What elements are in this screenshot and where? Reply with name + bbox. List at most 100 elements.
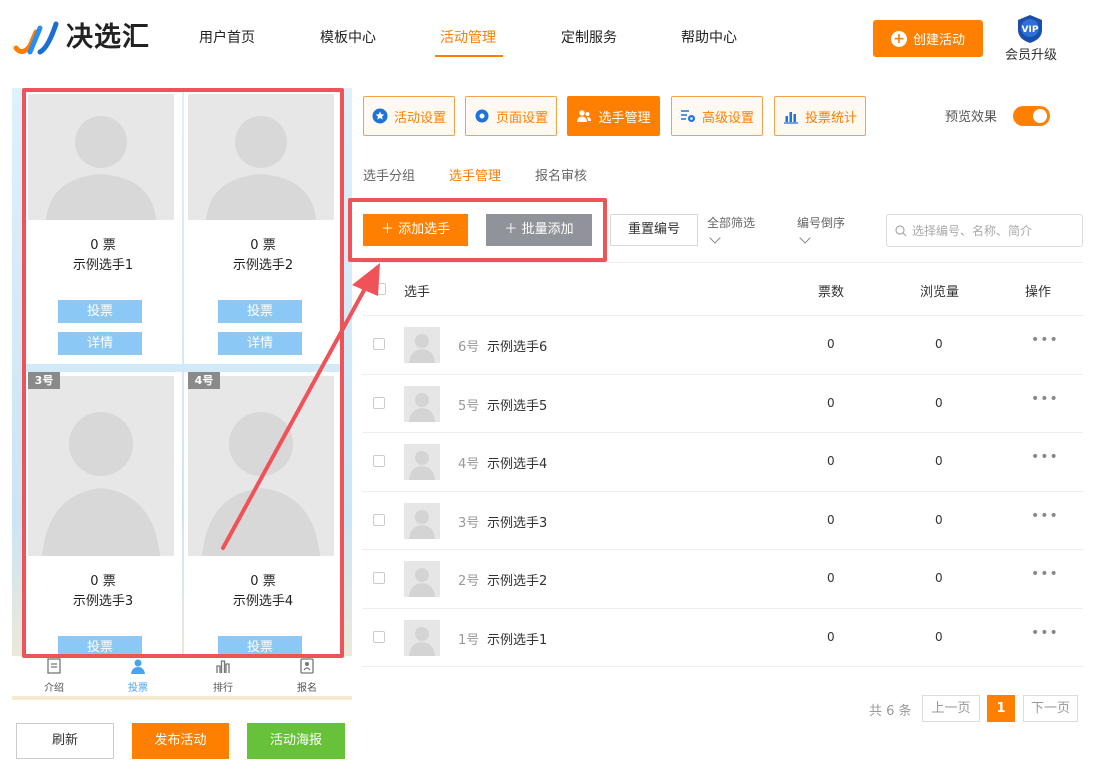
create-activity-button[interactable]: + 创建活动 <box>873 20 983 57</box>
plus-icon: + <box>890 30 907 47</box>
row-checkbox[interactable] <box>373 513 385 526</box>
player-avatar <box>404 561 440 597</box>
nav-templates[interactable]: 模板中心 <box>320 28 376 48</box>
more-icon[interactable]: ••• <box>1031 566 1059 582</box>
filter-label: 全部筛选 <box>707 216 756 230</box>
vip-badge-text: VIP <box>1022 25 1039 35</box>
users-icon <box>577 110 592 122</box>
row-checkbox[interactable] <box>373 572 385 584</box>
prev-page-button[interactable]: 上一页 <box>922 695 980 722</box>
nav-custom-service[interactable]: 定制服务 <box>561 28 617 48</box>
preview-toggle[interactable] <box>1013 106 1050 126</box>
subtab-player-group[interactable]: 选手分组 <box>363 165 415 184</box>
row-checkbox[interactable] <box>373 455 385 467</box>
nav-help[interactable]: 帮助中心 <box>681 28 737 48</box>
filter-dropdown[interactable]: 全部筛选 <box>707 215 756 244</box>
player-avatar <box>404 619 440 656</box>
bottom-nav-label: 排行 <box>213 683 233 694</box>
more-icon[interactable]: ••• <box>1031 332 1059 348</box>
col-ops: 操作 <box>1025 285 1052 300</box>
tab-player-manage[interactable]: 选手管理 <box>567 96 660 136</box>
table-row[interactable]: 3号 示例选手3 0 0 ••• <box>362 492 1083 550</box>
row-checkbox[interactable] <box>373 630 385 643</box>
star-circle-icon <box>372 108 388 124</box>
player-number: 2号 <box>458 574 480 589</box>
user-icon <box>131 659 145 674</box>
chevron-down-icon <box>709 232 721 244</box>
row-checkbox[interactable] <box>373 338 385 350</box>
more-icon[interactable]: ••• <box>1031 449 1059 465</box>
table-row[interactable]: 1号 示例选手1 0 0 ••• <box>362 609 1083 667</box>
player-votes: 0 <box>827 571 835 585</box>
bottom-nav-vote[interactable]: 投票 <box>108 656 168 694</box>
person-placeholder-icon <box>409 451 435 480</box>
pagination-total: 共 6 条 <box>869 704 912 719</box>
vip-badge-icon[interactable]: VIP <box>1015 14 1045 44</box>
tab-advanced-settings[interactable]: 高级设置 <box>671 96 763 136</box>
player-number: 6号 <box>458 340 480 355</box>
tab-page-settings[interactable]: 页面设置 <box>465 96 557 136</box>
tab-label: 活动设置 <box>393 110 446 126</box>
player-number: 5号 <box>458 398 480 414</box>
vip-upgrade-link[interactable]: 会员升级 <box>1003 44 1059 63</box>
table-row[interactable]: 4号 示例选手4 0 0 ••• <box>362 433 1083 492</box>
search-input[interactable]: 选择编号、名称、简介 <box>886 214 1083 247</box>
next-page-button[interactable]: 下一页 <box>1023 695 1078 722</box>
bar-chart-icon <box>783 112 798 124</box>
player-votes: 0 <box>827 337 835 351</box>
person-placeholder-icon <box>409 626 435 656</box>
player-avatar <box>404 327 440 363</box>
player-name: 示例选手6 <box>487 340 548 355</box>
bottom-nav-rank[interactable]: 排行 <box>193 656 253 694</box>
create-activity-label: 创建活动 <box>912 33 965 48</box>
publish-activity-button[interactable]: 发布活动 <box>132 723 229 759</box>
player-name: 示例选手2 <box>487 574 548 589</box>
table-header: 选手 票数 浏览量 操作 <box>362 262 1083 316</box>
subtab-player-manage[interactable]: 选手管理 <box>449 165 501 184</box>
refresh-button[interactable]: 刷新 <box>16 723 114 759</box>
table-row[interactable]: 6号 示例选手6 0 0 ••• <box>362 316 1083 375</box>
player-name: 示例选手4 <box>487 457 548 472</box>
reset-number-button[interactable]: 重置编号 <box>610 214 698 246</box>
sort-dropdown[interactable]: 编号倒序 <box>797 215 845 244</box>
player-name: 示例选手5 <box>487 398 548 414</box>
player-views: 0 <box>935 454 943 468</box>
highlight-box-preview <box>22 88 344 658</box>
tab-label: 投票统计 <box>804 110 857 126</box>
person-placeholder-icon <box>409 392 435 422</box>
nav-home[interactable]: 用户首页 <box>199 28 255 48</box>
player-avatar <box>404 385 440 422</box>
search-placeholder: 选择编号、名称、简介 <box>912 224 1033 238</box>
player-number: 3号 <box>458 515 480 531</box>
signup-icon <box>300 658 314 674</box>
player-votes: 0 <box>827 512 835 527</box>
player-number: 4号 <box>458 457 480 472</box>
player-name: 示例选手3 <box>487 515 548 531</box>
player-avatar <box>404 444 440 480</box>
activity-poster-button[interactable]: 活动海报 <box>247 723 345 759</box>
tab-activity-settings[interactable]: 活动设置 <box>363 96 455 136</box>
tab-label: 页面设置 <box>495 110 548 126</box>
bottom-nav-label: 介绍 <box>44 683 64 694</box>
select-all-checkbox[interactable] <box>374 283 386 295</box>
bottom-nav-intro[interactable]: 介绍 <box>24 656 84 694</box>
table-row[interactable]: 2号 示例选手2 0 0 ••• <box>362 550 1083 609</box>
chevron-down-icon <box>799 232 811 244</box>
table-row[interactable]: 5号 示例选手5 0 0 ••• <box>362 375 1083 433</box>
more-icon[interactable]: ••• <box>1031 625 1059 641</box>
search-icon <box>895 224 907 236</box>
nav-activity-manage[interactable]: 活动管理 <box>440 28 496 48</box>
subtab-signup-review[interactable]: 报名审核 <box>535 165 587 184</box>
bottom-nav-signup[interactable]: 报名 <box>277 656 337 694</box>
tab-label: 选手管理 <box>598 110 651 126</box>
settings-list-icon <box>680 110 695 122</box>
player-avatar <box>404 502 440 539</box>
row-checkbox[interactable] <box>373 396 385 409</box>
col-views: 浏览量 <box>920 285 960 300</box>
tab-vote-stats[interactable]: 投票统计 <box>774 96 866 136</box>
more-icon[interactable]: ••• <box>1031 391 1059 407</box>
more-icon[interactable]: ••• <box>1031 508 1059 524</box>
player-views: 0 <box>935 337 943 351</box>
preview-toggle-label: 预览效果 <box>945 110 998 125</box>
current-page-button[interactable]: 1 <box>987 695 1015 722</box>
